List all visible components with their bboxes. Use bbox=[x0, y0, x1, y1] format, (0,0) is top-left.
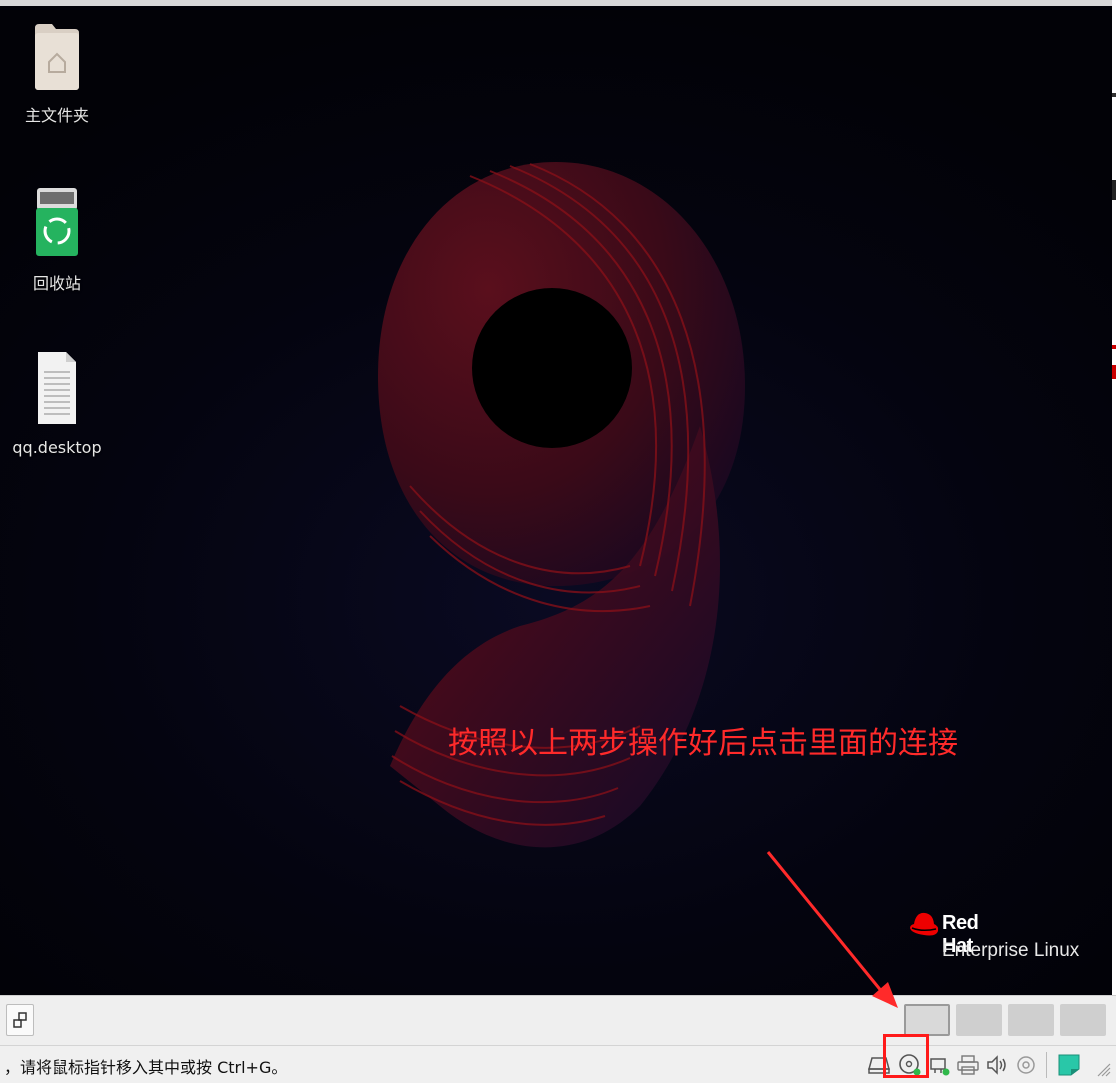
guest-taskbar bbox=[0, 995, 1116, 1045]
desktop-icon-label: 回收站 bbox=[32, 274, 81, 293]
statusbar-divider bbox=[1046, 1052, 1047, 1078]
nine-hole bbox=[472, 288, 632, 448]
workspace-4[interactable] bbox=[1060, 1004, 1106, 1036]
recycle-bin-icon bbox=[36, 188, 78, 256]
printer-button[interactable] bbox=[955, 1052, 981, 1078]
network-adapter-icon bbox=[930, 1058, 950, 1076]
redhat-logo-icon bbox=[910, 912, 939, 936]
desktop-icon-recycle-bin[interactable]: 回收站 bbox=[12, 184, 102, 294]
resize-grip-icon bbox=[1097, 1063, 1111, 1077]
printer-icon bbox=[957, 1055, 979, 1075]
home-folder-icon bbox=[35, 24, 79, 90]
message-button[interactable] bbox=[1056, 1052, 1082, 1078]
vm-statusbar: ，请将鼠标指针移入其中或按 Ctrl+G。 bbox=[0, 1045, 1116, 1083]
usb-device-icon bbox=[1017, 1056, 1035, 1074]
highlight-box bbox=[883, 1034, 929, 1078]
message-icon bbox=[1058, 1054, 1080, 1076]
tutorial-annotation: 按照以上两步操作好后点击里面的连接 bbox=[448, 726, 958, 761]
sound-button[interactable] bbox=[984, 1052, 1010, 1078]
desktop-icon-qq-desktop[interactable]: qq.desktop bbox=[12, 348, 102, 457]
status-message: ，请将鼠标指针移入其中或按 Ctrl+G。 bbox=[4, 1058, 288, 1077]
window-edge bbox=[1112, 0, 1116, 995]
brand-product: Enterprise Linux bbox=[942, 940, 1080, 961]
sound-icon bbox=[987, 1055, 1006, 1075]
vm-window: 主文件夹 回收站 qq.desktop 按照以上两步操作好后点击里面的连接 Re… bbox=[0, 0, 1116, 1083]
workspace-1[interactable] bbox=[904, 1004, 950, 1036]
workspace-3[interactable] bbox=[1008, 1004, 1054, 1036]
desktop-icon-home-folder[interactable]: 主文件夹 bbox=[12, 20, 102, 126]
text-file-icon bbox=[38, 352, 76, 424]
window-switch-icon bbox=[13, 1012, 27, 1028]
network-adapter-button[interactable] bbox=[926, 1052, 952, 1078]
window-switch-button[interactable] bbox=[6, 1004, 34, 1036]
desktop-icon-label: qq.desktop bbox=[12, 438, 102, 457]
desktop-icon-label: 主文件夹 bbox=[24, 106, 89, 125]
guest-desktop[interactable]: 主文件夹 回收站 qq.desktop 按照以上两步操作好后点击里面的连接 Re… bbox=[0, 0, 1112, 995]
workspace-2[interactable] bbox=[956, 1004, 1002, 1036]
resize-grip[interactable] bbox=[1092, 1056, 1112, 1078]
usb-device-button[interactable] bbox=[1013, 1052, 1039, 1078]
rhel9-wallpaper bbox=[378, 162, 745, 848]
